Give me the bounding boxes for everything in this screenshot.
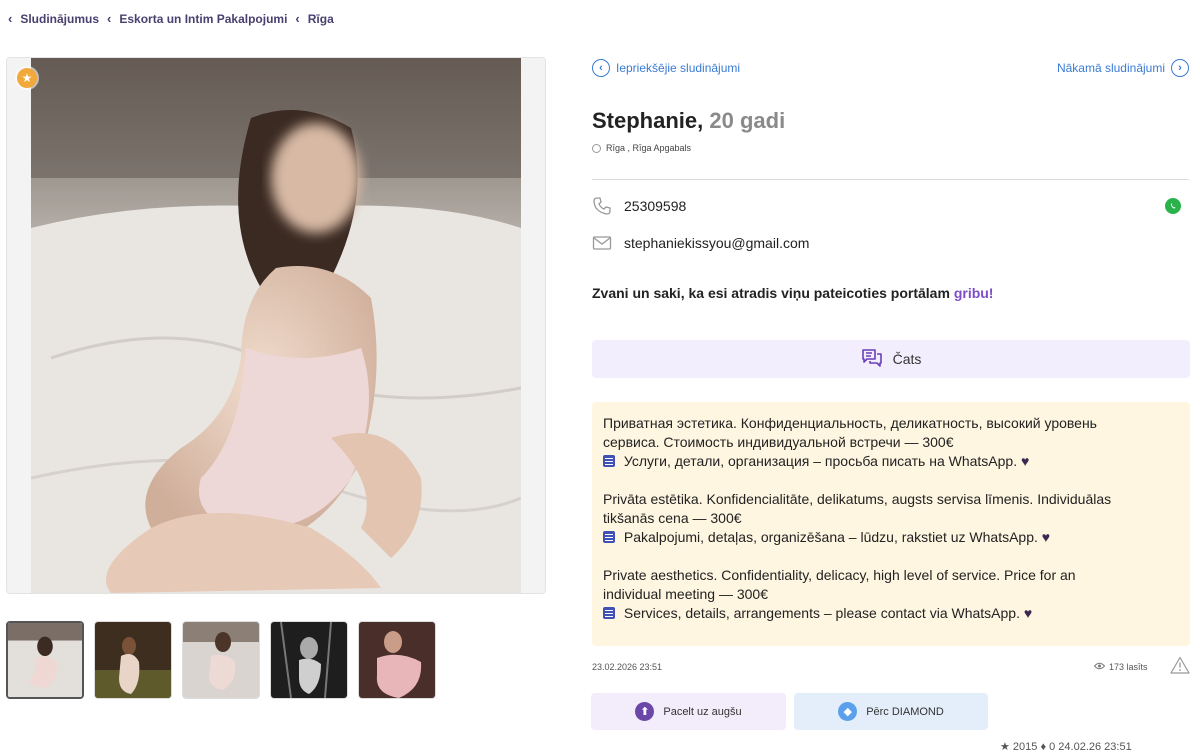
chat-icon: [861, 348, 883, 371]
chat-button[interactable]: Čats: [592, 340, 1190, 378]
listing-title: Stephanie, 20 gadi: [592, 108, 785, 134]
email-address[interactable]: stephaniekissyou@gmail.com: [624, 235, 809, 251]
views-label: 173 lasīts: [1109, 662, 1148, 672]
buy-diamond-label: Pērc DIAMOND: [866, 705, 944, 718]
thumbnail-strip: [6, 621, 436, 699]
phone-icon: [592, 196, 612, 216]
call-note-text: Zvani un saki, ka esi atradis viņu patei…: [592, 285, 954, 301]
raise-listing-button[interactable]: ⬆ Pacelt uz augšu: [591, 693, 786, 730]
heart-icon: ♥: [1021, 453, 1030, 469]
thumbnail-4[interactable]: [270, 621, 348, 699]
thumbnail-2[interactable]: [94, 621, 172, 699]
description-line: tikšanās cena — 300€: [603, 510, 742, 526]
description-line: individual meeting — 300€: [603, 586, 768, 602]
previous-listings-link[interactable]: ‹ Iepriekšējie sludinājumi: [592, 59, 740, 77]
chevron-right-icon: ›: [1171, 59, 1189, 77]
description-line: сервиса. Стоимость индивидуальной встреч…: [603, 434, 954, 450]
next-listings-label: Nākamā sludinājumi: [1056, 61, 1165, 75]
email-row[interactable]: stephaniekissyou@gmail.com: [592, 233, 809, 253]
breadcrumb-item-category[interactable]: Eskorta un Intim Pakalpojumi: [119, 12, 287, 26]
listing-description: Приватная эстетика. Конфиденциальность, …: [592, 402, 1190, 646]
calendar-icon: [603, 607, 615, 619]
description-line: Services, details, arrangements – please…: [620, 605, 1024, 621]
location-pin-icon: [592, 143, 601, 153]
phone-number[interactable]: 25309598: [624, 198, 686, 214]
main-photo[interactable]: [31, 58, 521, 593]
divider: [592, 179, 1189, 180]
heart-icon: ♥: [1041, 529, 1051, 545]
description-line: Приватная эстетика. Конфиденциальность, …: [603, 415, 1097, 431]
chevron-left-icon: ‹: [295, 11, 300, 26]
brand-link[interactable]: gribu!: [954, 285, 994, 301]
description-line: Услуги, детали, организация – просьба пи…: [620, 453, 1021, 469]
warning-icon[interactable]: [1170, 656, 1190, 679]
star-icon: ★: [17, 68, 37, 88]
mail-icon: [592, 233, 612, 253]
description-ru: Приватная эстетика. Конфиденциальность, …: [603, 414, 1179, 471]
main-photo-frame[interactable]: ★: [6, 57, 546, 594]
call-note: Zvani un saki, ka esi atradis viņu patei…: [592, 285, 993, 301]
description-line: Privāta estētika. Konfidencialitāte, del…: [603, 491, 1112, 507]
chevron-left-icon: ‹: [8, 11, 13, 26]
breadcrumb: ‹ Sludinājumus ‹ Eskorta un Intim Pakalp…: [6, 11, 334, 26]
heart-icon: ♥: [1023, 605, 1033, 621]
description-line: Private aesthetics. Confidentiality, del…: [603, 567, 1076, 583]
listing-navigation: ‹ Iepriekšējie sludinājumi Nākamā sludin…: [592, 57, 1189, 79]
description-line: Pakalpojumi, detaļas, organizēšana – lūd…: [620, 529, 1042, 545]
description-lv: Privāta estētika. Konfidencialitāte, del…: [603, 490, 1179, 547]
listing-location: Rīga , Rīga Apgabals: [592, 143, 691, 153]
description-en: Private aesthetics. Confidentiality, del…: [603, 566, 1179, 623]
whatsapp-icon[interactable]: [1165, 198, 1181, 214]
breadcrumb-item-city[interactable]: Rīga: [308, 12, 334, 26]
posted-date: 23.02.2026 23:51: [592, 662, 663, 672]
footer-stats: ★ 2015 ♦ 0 24.02.26 23:51: [1000, 741, 1132, 753]
calendar-icon: [603, 531, 615, 543]
eye-icon: [1093, 662, 1106, 672]
listing-age: 20 gadi: [709, 108, 786, 133]
thumbnail-5[interactable]: [358, 621, 436, 699]
views-count: 173 lasīts: [1093, 662, 1148, 672]
arrow-up-icon: ⬆: [635, 702, 655, 721]
breadcrumb-item-listings[interactable]: Sludinājumus: [20, 12, 99, 26]
chevron-left-icon: ‹: [592, 59, 610, 77]
phone-row[interactable]: 25309598: [592, 196, 686, 216]
buy-diamond-button[interactable]: ◆ Pērc DIAMOND: [794, 693, 988, 730]
listing-name: Stephanie,: [592, 108, 704, 133]
thumbnail-3[interactable]: [182, 621, 260, 699]
next-listings-link[interactable]: Nākamā sludinājumi ›: [1057, 59, 1189, 77]
thumbnail-1[interactable]: [6, 621, 84, 699]
chevron-left-icon: ‹: [107, 11, 112, 26]
raise-listing-label: Pacelt uz augšu: [663, 705, 742, 718]
location-text: Rīga , Rīga Apgabals: [606, 143, 692, 153]
previous-listings-label: Iepriekšējie sludinājumi: [616, 61, 741, 75]
diamond-icon: ◆: [838, 702, 858, 721]
chat-label: Čats: [892, 351, 922, 367]
calendar-icon: [603, 455, 615, 467]
